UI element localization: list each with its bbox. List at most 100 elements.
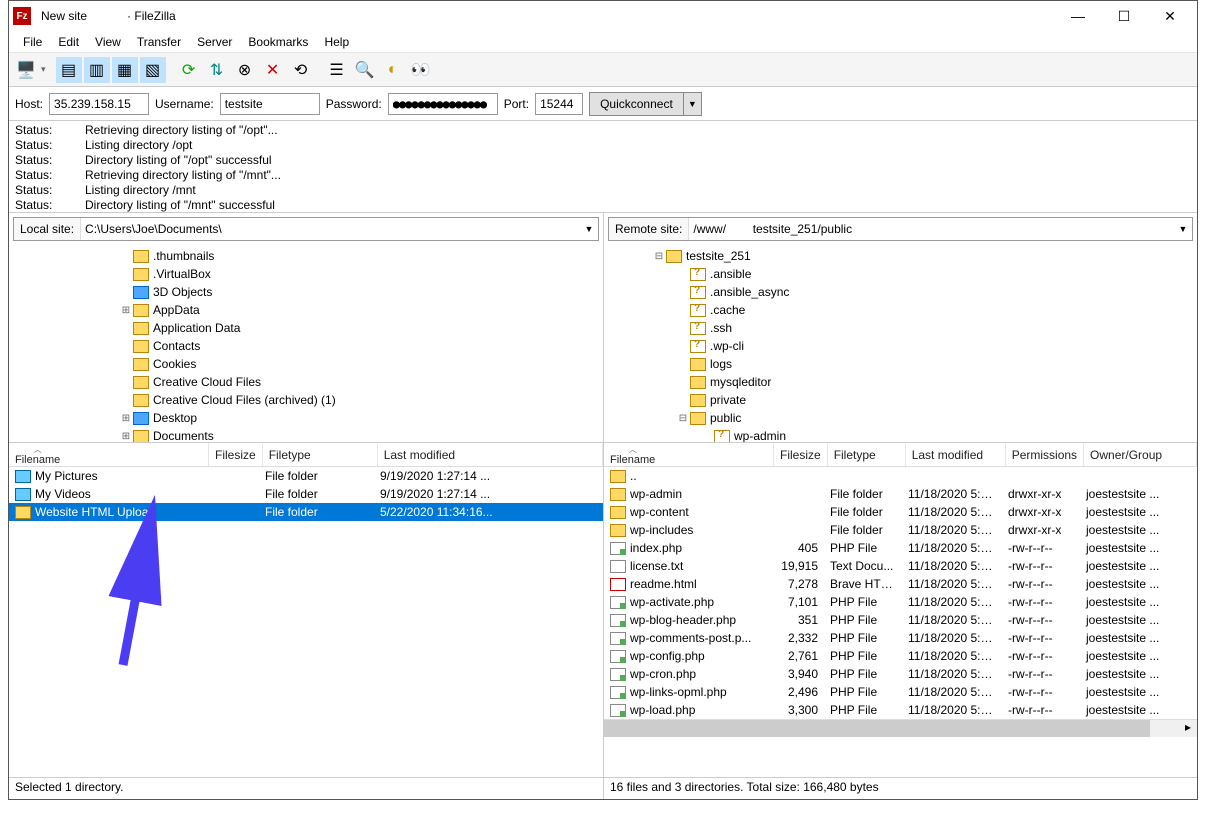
tree-item[interactable]: Contacts — [9, 337, 603, 355]
tree-item[interactable]: .thumbnails — [9, 247, 603, 265]
tree-item[interactable]: ⊞Desktop — [9, 409, 603, 427]
tree-item[interactable]: logs — [604, 355, 1197, 373]
file-row[interactable]: My VideosFile folder9/19/2020 1:27:14 ..… — [9, 485, 603, 503]
file-row[interactable]: wp-activate.php7,101PHP File11/18/2020 5… — [604, 593, 1197, 611]
menu-transfer[interactable]: Transfer — [129, 35, 189, 49]
tree-item[interactable]: .wp-cli — [604, 337, 1197, 355]
tree-item[interactable]: ⊟public — [604, 409, 1197, 427]
file-row[interactable]: .. — [604, 467, 1197, 485]
toggle-local-tree-button[interactable]: ▥ — [84, 57, 110, 83]
filezilla-window: Fz New site · FileZilla — ☐ ✕ FileEditVi… — [8, 0, 1198, 800]
titlebar[interactable]: Fz New site · FileZilla — ☐ ✕ — [9, 1, 1197, 31]
tree-item[interactable]: Creative Cloud Files — [9, 373, 603, 391]
tree-item[interactable]: 3D Objects — [9, 283, 603, 301]
host-label: Host: — [15, 97, 43, 111]
port-input[interactable] — [535, 93, 583, 115]
local-site-path[interactable]: C:\Users\Joe\Documents\ — [81, 222, 580, 236]
local-tree[interactable]: .thumbnails.VirtualBox3D Objects⊞AppData… — [9, 245, 603, 443]
toolbar: 🖥️ ▾ ▤ ▥ ▦ ▧ ⟳ ⇅ ⊗ ✕ ⟲ ☰ 🔍 ◐ 👀 — [9, 53, 1197, 87]
tree-item[interactable]: Cookies — [9, 355, 603, 373]
window-title: New site · FileZilla — [41, 9, 1055, 23]
site-manager-button[interactable]: 🖥️ — [13, 57, 39, 83]
file-row[interactable]: wp-config.php2,761PHP File11/18/2020 5:4… — [604, 647, 1197, 665]
file-row[interactable]: wp-cron.php3,940PHP File11/18/2020 5:4..… — [604, 665, 1197, 683]
file-row[interactable]: wp-contentFile folder11/18/2020 5:4...dr… — [604, 503, 1197, 521]
filter-button[interactable]: ☰ — [324, 57, 350, 83]
port-label: Port: — [504, 97, 529, 111]
minimize-button[interactable]: — — [1055, 1, 1101, 31]
menu-view[interactable]: View — [87, 35, 129, 49]
remote-site-row[interactable]: Remote site: /www/ testsite_251/public ▼ — [608, 217, 1193, 241]
remote-tree[interactable]: ⊟testsite_251.ansible.ansible_async.cach… — [604, 245, 1197, 443]
tree-item[interactable]: Creative Cloud Files (archived) (1) — [9, 391, 603, 409]
remote-site-path[interactable]: /www/ testsite_251/public — [689, 222, 1174, 236]
sync-browse-button[interactable]: 👀 — [408, 57, 434, 83]
quickconnect-dropdown[interactable]: ▼ — [684, 92, 702, 116]
remote-file-list[interactable]: ︿Filename Filesize Filetype Last modifie… — [604, 443, 1197, 777]
log-line: Status:Listing directory /mnt — [15, 183, 1191, 198]
username-label: Username: — [155, 97, 214, 111]
toggle-queue-button[interactable]: ▧ — [140, 57, 166, 83]
tree-item[interactable]: ⊟testsite_251 — [604, 247, 1197, 265]
tree-item[interactable]: .ssh — [604, 319, 1197, 337]
disconnect-button[interactable]: ✕ — [260, 57, 286, 83]
process-queue-button[interactable]: ⇅ — [204, 57, 230, 83]
log-line: Status:Directory listing of "/mnt" succe… — [15, 198, 1191, 213]
tree-item[interactable]: .ansible_async — [604, 283, 1197, 301]
local-panel: Local site: C:\Users\Joe\Documents\ ▼ .t… — [9, 213, 604, 777]
local-site-label: Local site: — [14, 218, 81, 240]
tree-item[interactable]: .ansible — [604, 265, 1197, 283]
reconnect-button[interactable]: ⟲ — [288, 57, 314, 83]
cancel-button[interactable]: ⊗ — [232, 57, 258, 83]
password-label: Password: — [326, 97, 382, 111]
quickconnect-button[interactable]: Quickconnect — [589, 92, 684, 116]
tree-item[interactable]: ⊞Documents — [9, 427, 603, 443]
log-line: Status:Listing directory /opt — [15, 138, 1191, 153]
menu-file[interactable]: File — [15, 35, 50, 49]
tree-item[interactable]: mysqleditor — [604, 373, 1197, 391]
tree-item[interactable]: .VirtualBox — [9, 265, 603, 283]
file-row[interactable]: wp-adminFile folder11/18/2020 5:4...drwx… — [604, 485, 1197, 503]
tree-item[interactable]: wp-admin — [604, 427, 1197, 443]
remote-status: 16 files and 3 directories. Total size: … — [604, 778, 885, 799]
menubar: FileEditViewTransferServerBookmarksHelp — [9, 31, 1197, 53]
tree-item[interactable]: Application Data — [9, 319, 603, 337]
toggle-log-button[interactable]: ▤ — [56, 57, 82, 83]
local-site-dropdown[interactable]: ▼ — [580, 224, 598, 234]
file-row[interactable]: wp-includesFile folder11/18/2020 5:4...d… — [604, 521, 1197, 539]
refresh-button[interactable]: ⟳ — [176, 57, 202, 83]
file-row[interactable]: license.txt19,915Text Docu...11/18/2020 … — [604, 557, 1197, 575]
username-input[interactable] — [220, 93, 320, 115]
file-row[interactable]: Website HTML UploadFile folder5/22/2020 … — [9, 503, 603, 521]
tree-item[interactable]: .cache — [604, 301, 1197, 319]
menu-bookmarks[interactable]: Bookmarks — [240, 35, 316, 49]
password-input[interactable] — [388, 93, 498, 115]
file-row[interactable]: My PicturesFile folder9/19/2020 1:27:14 … — [9, 467, 603, 485]
file-row[interactable]: wp-blog-header.php351PHP File11/18/2020 … — [604, 611, 1197, 629]
quickconnect-bar: Host: Username: Password: Port: Quickcon… — [9, 87, 1197, 121]
file-row[interactable]: wp-links-opml.php2,496PHP File11/18/2020… — [604, 683, 1197, 701]
toggle-remote-tree-button[interactable]: ▦ — [112, 57, 138, 83]
file-row[interactable]: index.php405PHP File11/18/2020 5:4...-rw… — [604, 539, 1197, 557]
log-panel[interactable]: Status:Retrieving directory listing of "… — [9, 121, 1197, 213]
file-row[interactable]: wp-load.php3,300PHP File11/18/2020 5:4..… — [604, 701, 1197, 719]
menu-edit[interactable]: Edit — [50, 35, 87, 49]
file-row[interactable]: wp-comments-post.p...2,332PHP File11/18/… — [604, 629, 1197, 647]
menu-help[interactable]: Help — [316, 35, 357, 49]
local-site-row[interactable]: Local site: C:\Users\Joe\Documents\ ▼ — [13, 217, 599, 241]
local-file-list[interactable]: ︿Filename Filesize Filetype Last modifie… — [9, 443, 603, 777]
remote-site-dropdown[interactable]: ▼ — [1174, 224, 1192, 234]
host-input[interactable] — [49, 93, 149, 115]
log-line: Status:Retrieving directory listing of "… — [15, 168, 1191, 183]
remote-hscrollbar[interactable]: ▸ — [604, 719, 1197, 737]
file-row[interactable]: readme.html7,278Brave HTM...11/18/2020 5… — [604, 575, 1197, 593]
tree-item[interactable]: ⊞AppData — [9, 301, 603, 319]
close-button[interactable]: ✕ — [1147, 1, 1193, 31]
log-line: Status:Directory listing of "/opt" succe… — [15, 153, 1191, 168]
maximize-button[interactable]: ☐ — [1101, 1, 1147, 31]
menu-server[interactable]: Server — [189, 35, 240, 49]
search-button[interactable]: 🔍 — [352, 57, 378, 83]
tree-item[interactable]: private — [604, 391, 1197, 409]
local-status: Selected 1 directory. — [9, 778, 604, 799]
compare-button[interactable]: ◐ — [380, 57, 406, 83]
